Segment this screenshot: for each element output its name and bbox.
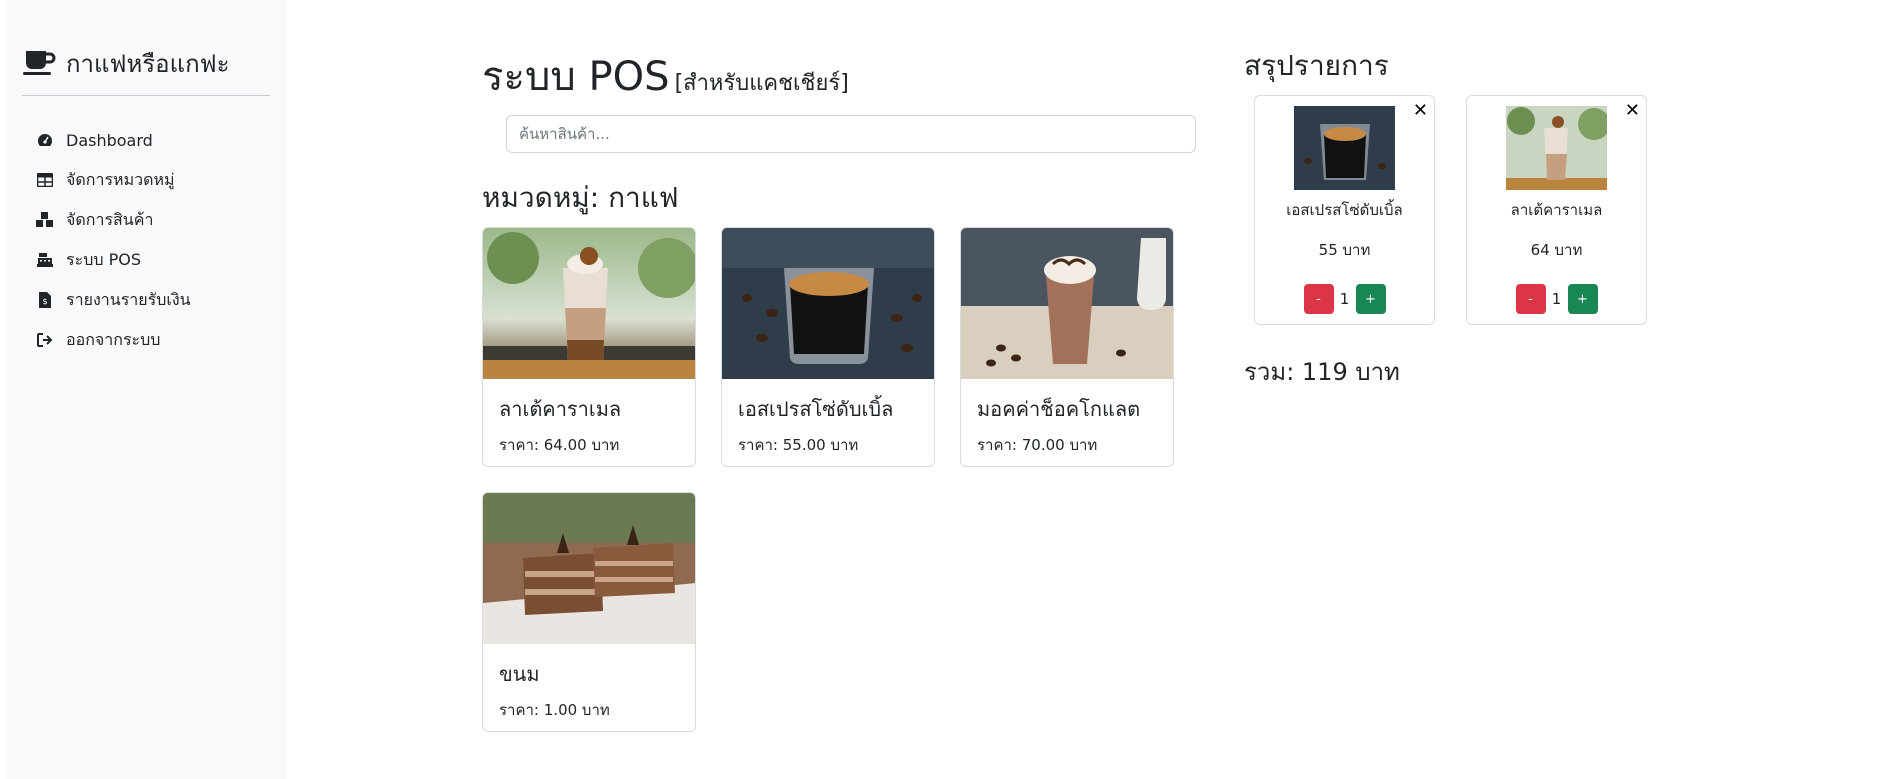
espresso-double-photo <box>722 228 934 379</box>
quantity-value: 1 <box>1339 290 1350 308</box>
close-icon[interactable]: ✕ <box>1413 102 1428 120</box>
sidebar-item-label: รายงานรายรับเงิน <box>66 289 191 309</box>
product-price: ราคา: 70.00 บาท <box>977 436 1098 454</box>
product-card[interactable]: ขนม ราคา: 1.00 บาท <box>482 492 696 732</box>
sidebar-item-logout[interactable]: ออกจากระบบ <box>36 320 191 360</box>
increase-qty-button[interactable]: + <box>1567 284 1598 314</box>
mocha-chocolate-photo <box>961 228 1173 379</box>
dashboard-gauge-icon <box>36 131 54 149</box>
product-name: ลาเต้คาราเมล <box>499 397 622 421</box>
quantity-value: 1 <box>1551 290 1562 308</box>
cart-item-name: เอสเปรสโซ่ดับเบิ้ล <box>1286 201 1403 219</box>
brand-name: กาแฟหรือแกฟะ <box>66 50 230 78</box>
product-name: เอสเปรสโซ่ดับเบิ้ล <box>738 397 894 421</box>
product-price: ราคา: 55.00 บาท <box>738 436 859 454</box>
sidebar-item-label: จัดการหมวดหมู่ <box>66 169 175 189</box>
sign-out-icon <box>36 331 54 349</box>
quantity-stepper: - 1 + <box>1255 284 1434 314</box>
product-price: ราคา: 64.00 บาท <box>499 436 620 454</box>
quantity-stepper: - 1 + <box>1467 284 1646 314</box>
product-card[interactable]: มอคค่าช็อคโกแลต ราคา: 70.00 บาท <box>960 227 1174 467</box>
product-price: ราคา: 1.00 บาท <box>499 701 610 719</box>
cart-item: ✕ เอสเปรสโซ่ดับเบิ้ล 55 บาท - 1 + <box>1254 95 1435 325</box>
sidebar-item-label: ออกจากระบบ <box>66 329 161 349</box>
summary-title: สรุปรายการ <box>1244 49 1389 82</box>
category-title: หมวดหมู่: กาแฟ <box>482 181 679 214</box>
order-total: รวม: 119 บาท <box>1244 358 1400 386</box>
decrease-qty-button[interactable]: - <box>1515 284 1546 314</box>
increase-qty-button[interactable]: + <box>1355 284 1386 314</box>
search-input[interactable] <box>506 115 1196 153</box>
product-card[interactable]: เอสเปรสโซ่ดับเบิ้ล ราคา: 55.00 บาท <box>721 227 935 467</box>
sidebar-item-dashboard[interactable]: Dashboard <box>36 120 191 160</box>
file-invoice-icon: $ <box>36 291 54 309</box>
boxes-icon <box>36 211 54 229</box>
caramel-latte-photo <box>483 228 695 379</box>
sidebar-item-report[interactable]: $ รายงานรายรับเงิน <box>36 280 191 320</box>
brand[interactable]: กาแฟหรือแกฟะ <box>22 44 229 83</box>
cart-item-price: 55 บาท <box>1318 241 1371 259</box>
svg-text:$: $ <box>42 297 47 306</box>
sidebar-divider <box>22 95 270 96</box>
product-name: มอคค่าช็อคโกแลต <box>977 397 1141 421</box>
chocolate-cake-photo <box>483 493 695 644</box>
table-icon <box>36 171 54 189</box>
espresso-double-photo <box>1294 106 1395 190</box>
sidebar-item-label: ระบบ POS <box>66 249 141 269</box>
close-icon[interactable]: ✕ <box>1625 102 1640 120</box>
sidebar: กาแฟหรือแกฟะ Dashboard จัดการหมวดหมู่ จั… <box>6 0 286 779</box>
sidebar-item-label: จัดการสินค้า <box>66 209 154 229</box>
cart-item-price: 64 บาท <box>1530 241 1583 259</box>
sidebar-item-label: Dashboard <box>66 130 153 150</box>
cash-register-icon <box>36 251 54 269</box>
sidebar-item-categories[interactable]: จัดการหมวดหมู่ <box>36 160 191 200</box>
sidebar-nav: Dashboard จัดการหมวดหมู่ จัดการสินค้า ระ… <box>36 120 191 360</box>
page-subtitle: [สำหรับแคชเชียร์] <box>674 71 849 96</box>
sidebar-item-pos[interactable]: ระบบ POS <box>36 240 191 280</box>
decrease-qty-button[interactable]: - <box>1303 284 1334 314</box>
cart-item: ✕ ลาเต้คาราเมล 64 บาท - 1 + <box>1466 95 1647 325</box>
page-title-main: ระบบ POS <box>482 54 670 100</box>
coffee-cup-icon <box>22 48 56 80</box>
product-name: ขนม <box>499 662 540 686</box>
product-card[interactable]: ลาเต้คาราเมล ราคา: 64.00 บาท <box>482 227 696 467</box>
sidebar-item-products[interactable]: จัดการสินค้า <box>36 200 191 240</box>
caramel-latte-photo <box>1506 106 1607 190</box>
cart-item-name: ลาเต้คาราเมล <box>1510 201 1603 219</box>
page-title: ระบบ POS [สำหรับแคชเชียร์] <box>482 44 849 108</box>
